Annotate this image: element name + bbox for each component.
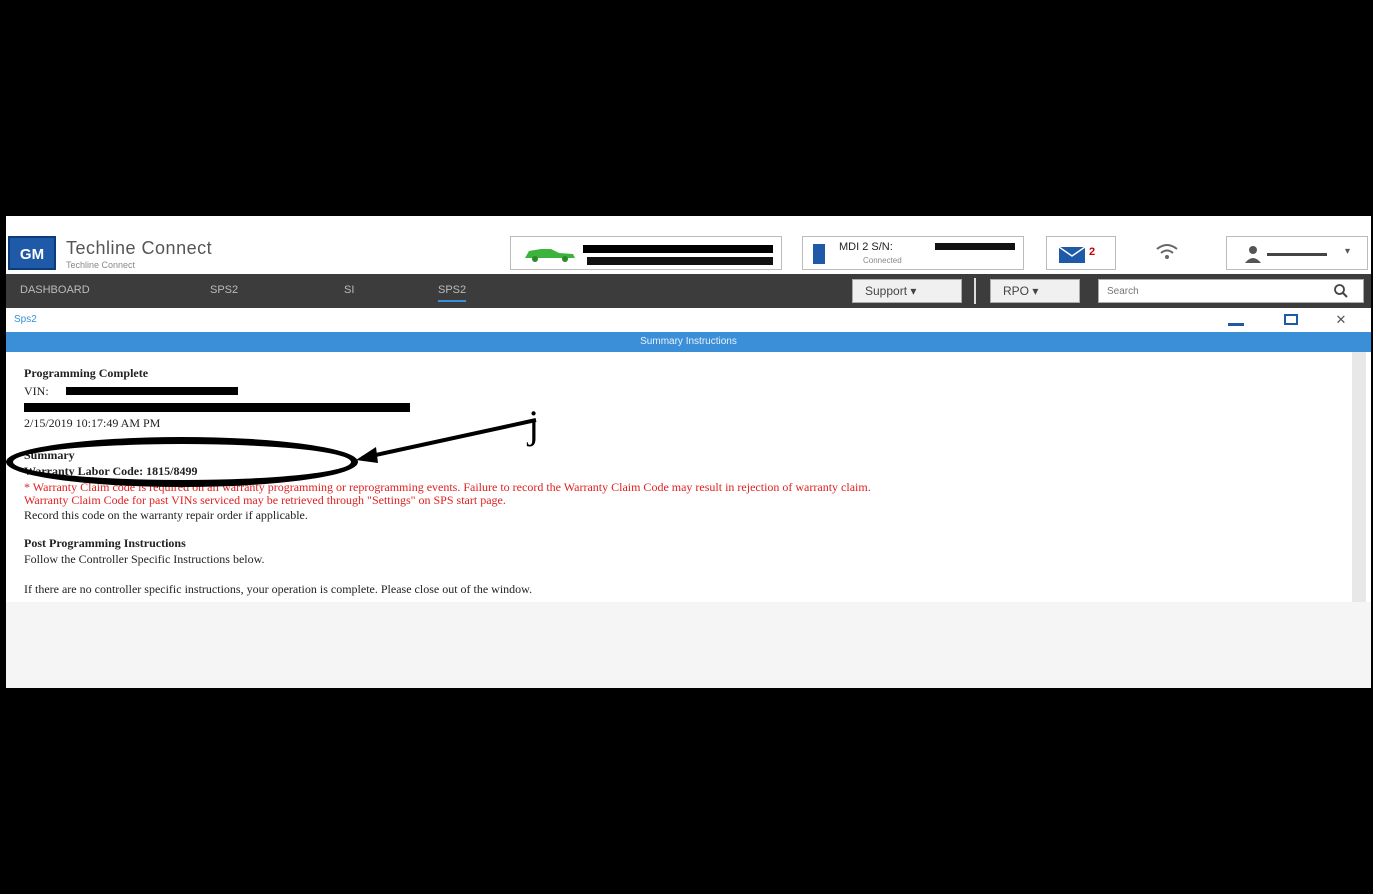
device-label: MDI 2 S/N: xyxy=(839,241,893,253)
user-icon xyxy=(1245,246,1261,263)
annotation-arrow: j xyxy=(356,402,539,463)
scrollbar[interactable] xyxy=(1352,352,1366,602)
nav-divider xyxy=(974,278,976,304)
vehicle-vin-redacted xyxy=(587,257,773,265)
tab-sps2-active[interactable]: SPS2 xyxy=(438,284,467,302)
mail-count: 2 xyxy=(1089,246,1096,258)
footer-instructions: If there are no controller specific inst… xyxy=(24,582,533,596)
rpo-label: RPO xyxy=(1003,284,1030,298)
programming-complete: Programming Complete xyxy=(24,366,149,380)
car-icon xyxy=(525,249,575,262)
dialog-title: Summary Instructions xyxy=(6,332,1371,352)
close-icon[interactable]: ✕ xyxy=(1332,312,1350,328)
post-programming-heading: Post Programming Instructions xyxy=(24,536,186,550)
device-status[interactable]: MDI 2 S/N: Connected xyxy=(802,236,1024,270)
search-icon[interactable] xyxy=(1333,283,1349,299)
chevron-down-icon: ▾ xyxy=(1032,284,1039,298)
gm-logo: GM xyxy=(8,236,56,270)
app-title: Techline Connect xyxy=(66,238,213,258)
minimize-icon[interactable] xyxy=(1228,323,1244,326)
device-sub: Connected xyxy=(863,256,902,265)
app-window: GM Techline Connect Techline Connect MDI… xyxy=(6,216,1371,688)
user-menu[interactable]: ▾ xyxy=(1226,236,1368,270)
window-bar: Sps2 ✕ xyxy=(6,310,1371,332)
vin-redacted xyxy=(66,387,238,395)
mail-button[interactable]: 2 xyxy=(1046,236,1116,270)
app-header: GM Techline Connect Techline Connect MDI… xyxy=(6,230,1371,276)
rpo-button[interactable]: RPO ▾ xyxy=(990,279,1080,303)
timestamp: 2/15/2019 10:17:49 AM PM xyxy=(24,416,161,430)
vehicle-selector[interactable] xyxy=(510,236,782,270)
vehicle-info-redacted xyxy=(583,245,773,253)
chevron-down-icon: ▾ xyxy=(1345,246,1351,257)
search-box xyxy=(1098,279,1364,303)
annotation-label: j xyxy=(526,402,539,447)
window-label[interactable]: Sps2 xyxy=(14,314,37,325)
record-note: Record this code on the warranty repair … xyxy=(24,508,308,522)
wifi-icon[interactable] xyxy=(1154,240,1180,264)
app-subtitle: Techline Connect xyxy=(66,260,136,270)
support-label: Support xyxy=(865,284,908,298)
vin-label: VIN: xyxy=(24,384,49,398)
device-serial-redacted xyxy=(935,243,1015,250)
tab-si[interactable]: SI xyxy=(344,284,354,300)
post-programming-text: Follow the Controller Specific Instructi… xyxy=(24,552,265,566)
tab-sps2[interactable]: SPS2 xyxy=(210,284,238,300)
search-input[interactable] xyxy=(1105,280,1319,302)
device-icon xyxy=(813,244,825,264)
warranty-warning-2: Warranty Claim Code for past VINs servic… xyxy=(24,493,506,507)
chevron-down-icon: ▾ xyxy=(910,284,917,298)
support-button[interactable]: Support ▾ xyxy=(852,279,962,303)
summary-content: Programming Complete VIN: 2/15/2019 10:1… xyxy=(6,352,1350,602)
annotation-circle xyxy=(6,437,358,487)
nav-bar: DASHBOARD SPS2 SI SPS2 Support ▾ RPO ▾ xyxy=(6,274,1371,308)
maximize-icon[interactable] xyxy=(1284,314,1298,325)
mail-icon xyxy=(1059,247,1085,263)
tab-dashboard[interactable]: DASHBOARD xyxy=(20,284,90,300)
window-bottom xyxy=(6,602,1371,688)
top-strip xyxy=(6,216,1371,230)
user-name-redacted xyxy=(1267,253,1327,256)
